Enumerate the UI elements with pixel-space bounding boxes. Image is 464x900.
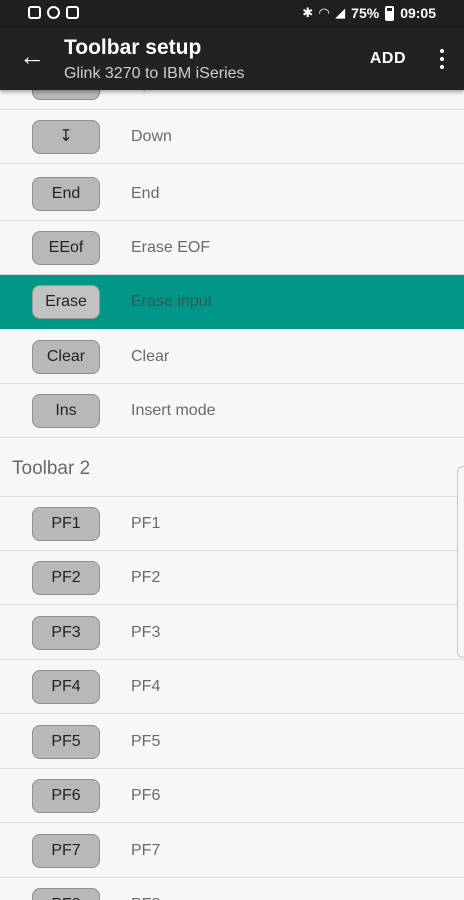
key-label: PF8 (131, 878, 160, 900)
add-button[interactable]: ADD (370, 50, 406, 68)
key-button[interactable]: End (32, 177, 100, 211)
key-button[interactable]: PF7 (32, 834, 100, 868)
list-item[interactable]: PF7 PF7 (0, 824, 464, 878)
key-label: Down (131, 128, 172, 145)
key-label: Up (131, 90, 151, 110)
key-label: Insert mode (131, 402, 216, 419)
key-button[interactable]: PF1 (32, 507, 100, 541)
list-item[interactable]: Clear Clear (0, 330, 464, 384)
signal-icon: ◢ (335, 5, 346, 20)
list-item[interactable]: End End (0, 167, 464, 221)
key-button[interactable]: ↑ (32, 90, 100, 100)
notification-icon (28, 6, 41, 19)
key-button[interactable]: Erase (32, 285, 100, 319)
more-vert-icon[interactable] (438, 49, 446, 69)
list-item-selected[interactable]: Erase Erase input (0, 275, 464, 329)
back-arrow-icon[interactable]: ← (18, 42, 46, 70)
key-label: PF2 (131, 569, 161, 586)
battery-percent: 75% (351, 5, 380, 21)
key-label: PF7 (131, 842, 161, 859)
notification-icon (66, 6, 79, 19)
list-item[interactable]: PF8 PF8 (0, 878, 464, 900)
list-item[interactable]: ↑ Up (0, 90, 464, 110)
page-title: Toolbar setup (64, 36, 202, 59)
key-button[interactable]: PF6 (32, 779, 100, 813)
list-item[interactable]: PF1 PF1 (0, 497, 464, 551)
list-item[interactable]: PF2 PF2 (0, 551, 464, 605)
list-item[interactable]: ↧ Down (0, 110, 464, 164)
list-item[interactable]: PF3 PF3 (0, 606, 464, 660)
status-time: 09:05 (400, 5, 436, 21)
key-button[interactable]: PF5 (32, 725, 100, 759)
app-bar: ← Toolbar setup Glink 3270 to IBM iSerie… (0, 28, 464, 90)
key-label: PF4 (131, 678, 161, 695)
key-label: PF5 (131, 733, 161, 750)
key-label: PF1 (131, 515, 161, 532)
key-label: PF3 (131, 624, 161, 641)
list-item[interactable]: PF5 PF5 (0, 715, 464, 769)
key-label: Erase EOF (131, 239, 211, 256)
status-right: ✱ ◠ ◢ 75% 09:05 (302, 5, 436, 21)
fast-scroll-handle[interactable] (457, 466, 464, 658)
list-item[interactable]: PF6 PF6 (0, 769, 464, 823)
key-button[interactable]: PF4 (32, 670, 100, 704)
key-label: PF6 (131, 787, 161, 804)
notification-icons (28, 6, 79, 19)
list-item[interactable]: EEof Erase EOF (0, 221, 464, 275)
bluetooth-icon: ✱ (302, 5, 314, 20)
key-button[interactable]: Clear (32, 340, 100, 374)
key-button[interactable]: Ins (32, 394, 100, 428)
key-button[interactable]: EEof (32, 231, 100, 265)
key-button[interactable]: PF8 (32, 888, 100, 900)
section-title: Toolbar 2 (12, 458, 91, 479)
key-button[interactable]: ↧ (32, 120, 100, 154)
key-label: Clear (131, 348, 170, 365)
section-header: Toolbar 2 (0, 439, 464, 497)
toolbar-key-list[interactable]: ↑ Up ↧ Down End End EEof Erase EOF Erase… (0, 90, 464, 900)
key-button[interactable]: PF2 (32, 561, 100, 595)
page-subtitle: Glink 3270 to IBM iSeries (64, 65, 245, 82)
key-button[interactable]: PF3 (32, 616, 100, 650)
key-label: Erase input (131, 293, 212, 310)
status-bar: ✱ ◠ ◢ 75% 09:05 (0, 0, 464, 28)
wifi-icon: ◠ (319, 5, 330, 20)
key-label: End (131, 185, 160, 202)
notification-icon (47, 6, 60, 19)
list-item[interactable]: PF4 PF4 (0, 660, 464, 714)
list-item[interactable]: Ins Insert mode (0, 384, 464, 438)
battery-icon (385, 5, 395, 21)
